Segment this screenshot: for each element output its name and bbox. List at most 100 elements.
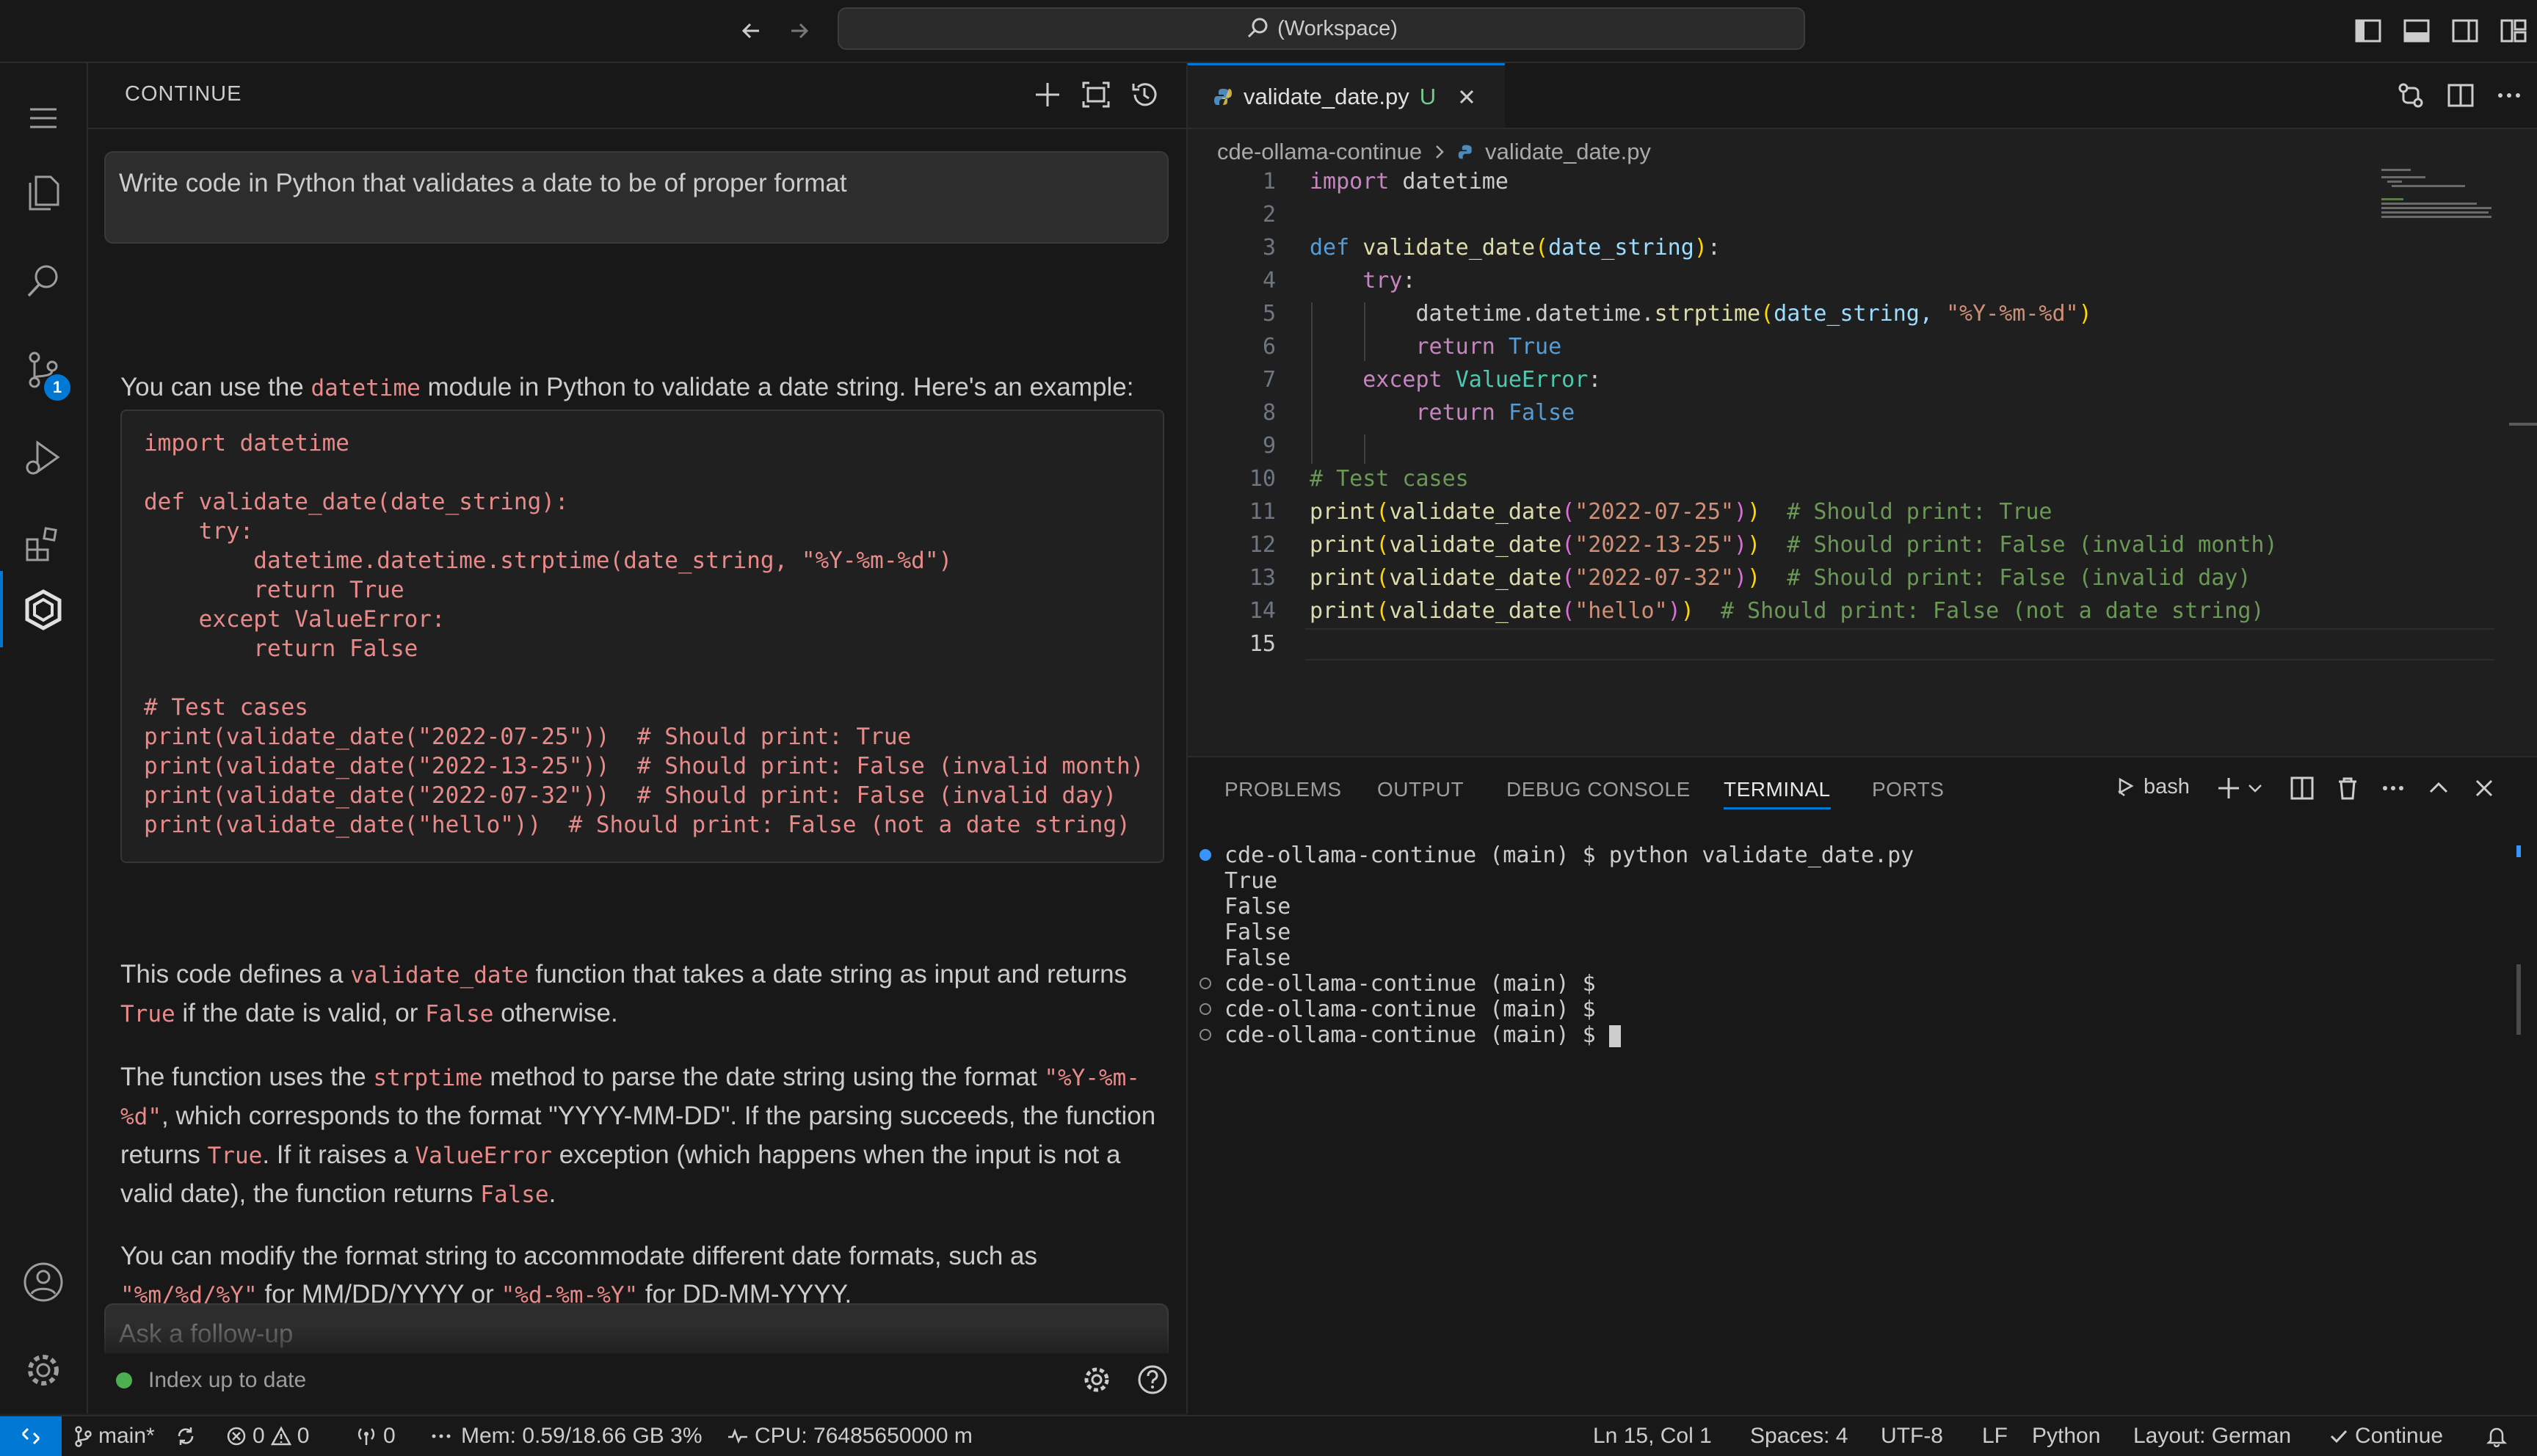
branch-indicator[interactable]: main* xyxy=(73,1416,155,1456)
tab-output[interactable]: OUTPUT xyxy=(1377,778,1464,801)
chevron-right-icon xyxy=(1432,143,1447,161)
tab-problems[interactable]: PROBLEMS xyxy=(1224,778,1342,801)
command-center-search[interactable]: (Workspace) xyxy=(838,7,1805,50)
source-control-icon[interactable]: 1 xyxy=(0,329,87,410)
line-number: 14 xyxy=(1249,598,1276,624)
notifications-bell-icon[interactable] xyxy=(2486,1416,2508,1456)
remote-indicator[interactable] xyxy=(0,1416,62,1456)
close-panel-icon[interactable] xyxy=(2471,775,2497,801)
code-line[interactable]: datetime.datetime.strptime(date_string, … xyxy=(1310,301,2092,327)
search-label: (Workspace) xyxy=(1277,16,1398,40)
ports-indicator[interactable]: 0 xyxy=(355,1416,396,1456)
code-line[interactable]: try: xyxy=(1310,268,1415,294)
terminal-icon xyxy=(2114,776,2136,798)
terminal-prompt-line[interactable]: cde-ollama-continue (main) $ xyxy=(1224,1022,1621,1048)
sync-icon[interactable] xyxy=(175,1416,197,1456)
continue-status[interactable]: Continue xyxy=(2329,1416,2443,1456)
code-line[interactable]: return False xyxy=(1310,400,1575,426)
status-bar: main* 0 0 0 Mem: 0.59/18.66 GB 3% CPU: 7… xyxy=(0,1415,2537,1456)
response-paragraph-1: You can use the datetime module in Pytho… xyxy=(120,373,1134,401)
breadcrumb-folder[interactable]: cde-ollama-continue xyxy=(1217,139,1422,165)
git-branch-icon xyxy=(73,1425,92,1447)
warning-icon xyxy=(270,1426,291,1446)
language-mode[interactable]: Python xyxy=(2032,1416,2100,1456)
encoding[interactable]: UTF-8 xyxy=(1881,1416,1943,1456)
menu-icon[interactable] xyxy=(0,78,87,159)
line-number: 9 xyxy=(1262,433,1276,459)
check-icon xyxy=(2329,1426,2349,1446)
code-line[interactable]: # Test cases xyxy=(1310,466,1469,492)
open-changes-icon[interactable] xyxy=(2396,81,2425,110)
command-empty-dot[interactable] xyxy=(1199,1029,1211,1041)
code-line[interactable]: import datetime xyxy=(1310,169,1509,194)
line-number: 7 xyxy=(1262,367,1276,393)
chevron-down-icon[interactable] xyxy=(2246,779,2264,797)
tab-debug-console[interactable]: DEBUG CONSOLE xyxy=(1506,778,1691,801)
manage-gear-icon[interactable] xyxy=(0,1330,87,1410)
terminal-line: cde-ollama-continue (main) $ xyxy=(1224,971,1596,997)
line-number: 13 xyxy=(1249,565,1276,591)
code-line[interactable]: print(validate_date("2022-07-25")) # Sho… xyxy=(1310,499,2052,525)
indentation[interactable]: Spaces: 4 xyxy=(1750,1416,1848,1456)
memory-usage[interactable]: Mem: 0.59/18.66 GB 3% xyxy=(461,1416,703,1456)
command-success-dot[interactable] xyxy=(1199,849,1211,861)
tab-validate-date[interactable]: validate_date.py U xyxy=(1188,63,1505,128)
continue-extension-icon[interactable] xyxy=(0,569,87,650)
cursor-position[interactable]: Ln 15, Col 1 xyxy=(1593,1416,1712,1456)
tab-terminal[interactable]: TERMINAL xyxy=(1724,778,1831,801)
forward-arrow-icon[interactable] xyxy=(784,16,813,46)
command-empty-dot[interactable] xyxy=(1199,978,1211,989)
split-editor-icon[interactable] xyxy=(2446,81,2475,110)
split-terminal-icon[interactable] xyxy=(2289,775,2315,801)
new-terminal-icon[interactable] xyxy=(2215,775,2242,801)
toggle-primary-sidebar-icon[interactable] xyxy=(2353,16,2383,46)
close-tab-icon[interactable] xyxy=(1456,87,1477,107)
line-number: 5 xyxy=(1262,301,1276,327)
index-status-dot xyxy=(116,1372,132,1388)
explorer-icon[interactable] xyxy=(0,153,87,233)
search-view-icon[interactable] xyxy=(0,241,87,321)
code-line[interactable]: print(validate_date("2022-07-32")) # Sho… xyxy=(1310,565,2251,591)
back-arrow-icon[interactable] xyxy=(737,16,766,46)
terminal-line: False xyxy=(1224,920,1291,945)
command-empty-dot[interactable] xyxy=(1199,1003,1211,1015)
fullscreen-icon[interactable] xyxy=(1081,79,1111,110)
toggle-secondary-sidebar-icon[interactable] xyxy=(2450,16,2480,46)
title-bar: (Workspace) xyxy=(0,0,2537,63)
maximize-panel-chevron-up-icon[interactable] xyxy=(2425,775,2452,801)
breadcrumb-file[interactable]: validate_date.py xyxy=(1485,139,1651,165)
continue-status-text: Continue xyxy=(2355,1424,2444,1448)
sidebar-title: CONTINUE xyxy=(125,82,242,106)
end-of-line[interactable]: LF xyxy=(1982,1416,2008,1456)
code-line[interactable]: print(validate_date("2022-13-25")) # Sho… xyxy=(1310,532,2278,558)
code-line[interactable]: except ValueError: xyxy=(1310,367,1601,393)
customize-layout-icon[interactable] xyxy=(2499,16,2528,46)
code-line[interactable]: return True xyxy=(1310,334,1562,360)
minimap[interactable] xyxy=(2381,164,2499,274)
tab-git-status: U xyxy=(1419,83,1437,109)
response-code-block[interactable]: import datetime def validate_date(date_s… xyxy=(120,410,1164,863)
keyboard-layout[interactable]: Layout: German xyxy=(2133,1416,2291,1456)
line-number: 4 xyxy=(1262,268,1276,294)
problems-indicator[interactable]: 0 0 xyxy=(226,1416,309,1456)
accounts-icon[interactable] xyxy=(0,1242,87,1322)
panel-more-actions-icon[interactable] xyxy=(2380,775,2406,801)
tab-ports[interactable]: PORTS xyxy=(1872,778,1944,801)
new-session-icon[interactable] xyxy=(1032,79,1063,110)
cpu-usage[interactable]: CPU: 76485650000 m xyxy=(727,1416,973,1456)
history-icon[interactable] xyxy=(1129,79,1160,110)
terminal-shell-selector[interactable]: bash xyxy=(2114,775,2190,799)
user-prompt[interactable]: Write code in Python that validates a da… xyxy=(104,151,1169,244)
response-code: import datetime def validate_date(date_s… xyxy=(144,430,1144,838)
toggle-panel-icon[interactable] xyxy=(2402,16,2431,46)
code-line[interactable]: print(validate_date("hello")) # Should p… xyxy=(1310,598,2264,624)
settings-gear-icon[interactable] xyxy=(1081,1364,1113,1396)
kill-terminal-trash-icon[interactable] xyxy=(2334,775,2361,801)
terminal-line: True xyxy=(1224,868,1278,894)
terminal-scrollbar-thumb[interactable] xyxy=(2516,964,2521,1035)
more-actions-icon[interactable] xyxy=(2494,81,2524,110)
run-debug-icon[interactable] xyxy=(0,417,87,498)
help-icon[interactable] xyxy=(1136,1364,1169,1396)
status-more-icon[interactable] xyxy=(430,1416,452,1456)
code-line[interactable]: def validate_date(date_string): xyxy=(1310,235,1721,261)
